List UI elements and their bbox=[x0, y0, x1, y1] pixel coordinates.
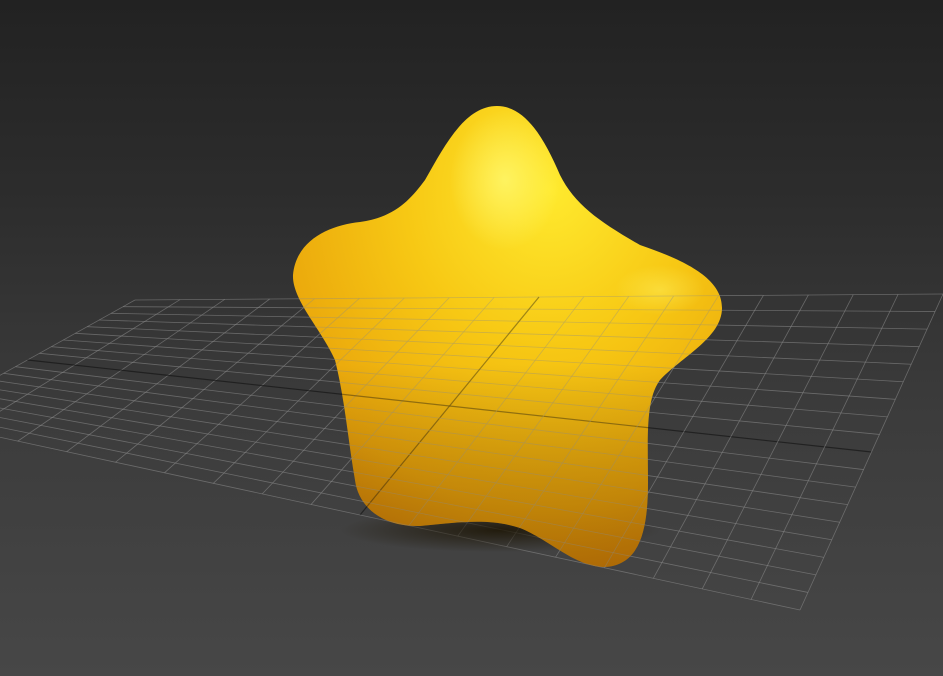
grid-line bbox=[799, 293, 943, 611]
grid-line bbox=[750, 294, 899, 600]
star-highlight bbox=[450, 110, 560, 250]
grid-line bbox=[0, 300, 180, 431]
grid-line bbox=[0, 299, 181, 412]
viewport-canvas[interactable] bbox=[0, 0, 943, 676]
3d-viewport[interactable] bbox=[0, 0, 943, 676]
star-arm-highlight bbox=[615, 265, 705, 315]
